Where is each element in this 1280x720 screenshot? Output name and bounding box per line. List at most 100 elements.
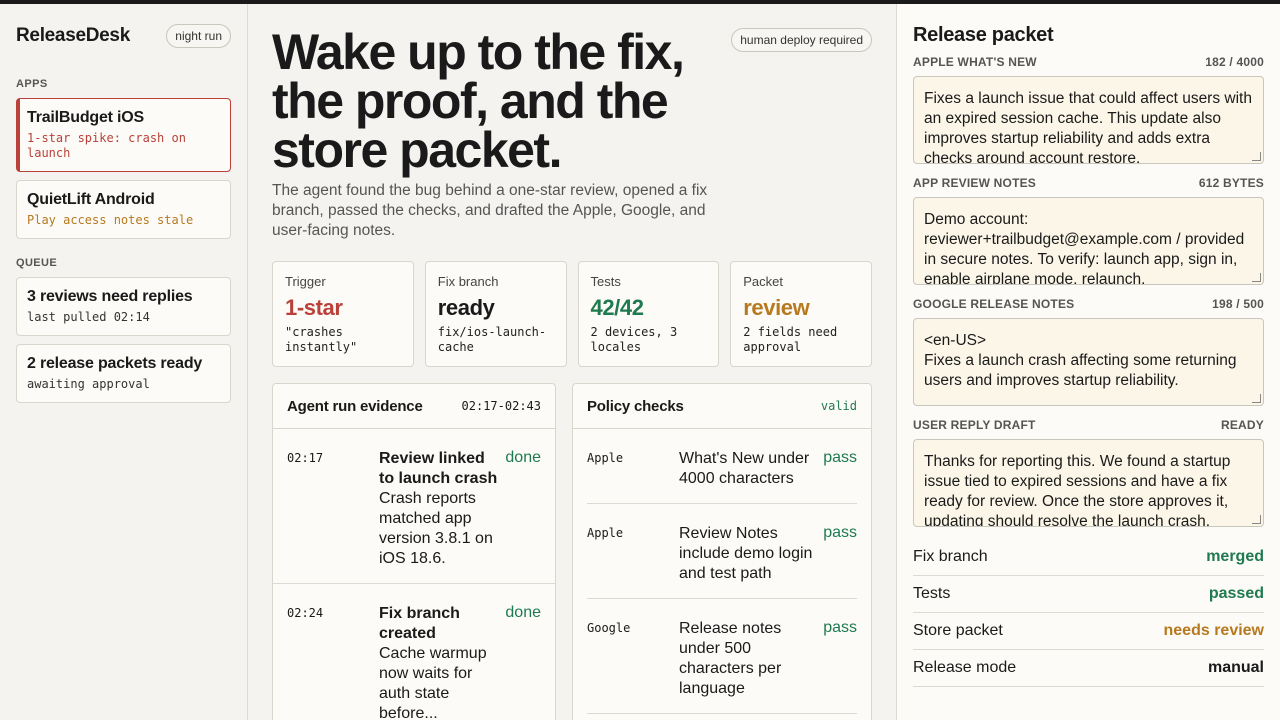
policy-store: Apple <box>587 451 624 465</box>
brand-row: ReleaseDesk night run <box>16 4 231 68</box>
stat-note: 2 fields need approval <box>743 325 838 354</box>
app-review-notes-textarea[interactable]: Demo account: reviewer+trailbudget@examp… <box>913 197 1264 285</box>
policy-panel: Policy checks valid Apple What's New und… <box>572 383 872 720</box>
field-header: APPLE WHAT'S NEW 182 / 4000 <box>913 55 1264 69</box>
field-label: APP REVIEW NOTES <box>913 176 1037 190</box>
policy-title: Policy checks <box>587 397 684 415</box>
main-content: Wake up to the fix, the proof, and the s… <box>248 4 896 720</box>
queue-item-note: awaiting approval <box>27 377 150 391</box>
hero-title: Wake up to the fix, the proof, and the s… <box>272 24 685 178</box>
app-name: QuietLift Android <box>27 191 155 208</box>
queue-item-note: last pulled 02:14 <box>27 310 150 324</box>
queue-item-reviews[interactable]: 3 reviews need replies last pulled 02:14 <box>16 277 231 336</box>
status-label: Fix branch <box>913 548 988 565</box>
queue-item-packets[interactable]: 2 release packets ready awaiting approva… <box>16 344 231 403</box>
field-meta: 198 / 500 <box>1212 297 1264 311</box>
evidence-row-title: Fix branch created <box>379 605 460 642</box>
evidence-time: 02:24 <box>287 606 324 620</box>
status-row-fix-branch: Fix branch merged <box>913 539 1264 576</box>
google-release-notes-textarea[interactable]: <en-US> Fixes a launch crash affecting s… <box>913 318 1264 406</box>
app-name: TrailBudget iOS <box>27 109 145 126</box>
policy-store: Google <box>587 621 631 635</box>
apple-whats-new-textarea[interactable]: Fixes a launch issue that could affect u… <box>913 76 1264 164</box>
evidence-title: Agent run evidence <box>287 397 423 415</box>
evidence-row[interactable]: 02:24 Fix branch created Cache warmup no… <box>273 584 555 720</box>
queue-section-label: QUEUE <box>16 257 58 269</box>
field-meta: READY <box>1220 418 1264 432</box>
resize-handle-icon[interactable] <box>1252 152 1261 161</box>
evidence-status: done <box>505 604 541 621</box>
stat-fix-branch[interactable]: Fix branch ready fix/ios-launch-cache <box>424 261 567 367</box>
policy-row-status: pass <box>823 619 857 636</box>
stat-label: Packet <box>743 274 783 289</box>
resize-handle-icon[interactable] <box>1252 515 1261 524</box>
stat-label: Fix branch <box>437 274 499 289</box>
evidence-time-range: 02:17-02:43 <box>461 399 541 413</box>
evidence-row-title: Review linked to launch crash <box>379 450 498 487</box>
apps-section-label: APPS <box>16 78 48 90</box>
field-meta: 612 BYTES <box>1198 176 1264 190</box>
status-row-tests: Tests passed <box>913 576 1264 613</box>
policy-row-status: pass <box>823 524 857 541</box>
policy-header: Policy checks valid <box>573 384 871 429</box>
app-alert: Play access notes stale <box>27 213 194 227</box>
stat-label: Trigger <box>285 274 326 289</box>
stat-label: Tests <box>590 274 621 289</box>
policy-row[interactable]: Google Release notes under 500 character… <box>587 599 857 714</box>
status-value: passed <box>1208 585 1264 602</box>
evidence-header: Agent run evidence 02:17-02:43 <box>273 384 555 429</box>
evidence-time: 02:17 <box>287 451 324 465</box>
queue-item-title: 3 reviews need replies <box>27 288 193 305</box>
stat-packet[interactable]: Packet review 2 fields need approval <box>730 261 872 367</box>
status-label: Release mode <box>913 659 1017 676</box>
status-value: merged <box>1206 548 1264 565</box>
field-meta: 182 / 4000 <box>1205 55 1264 69</box>
app-item-trailbudget[interactable]: TrailBudget iOS 1-star spike: crash on l… <box>16 98 231 172</box>
stat-trigger[interactable]: Trigger 1-star "crashes instantly" <box>272 261 414 367</box>
status-value: manual <box>1207 659 1264 676</box>
policy-row[interactable]: Apple Review Notes include demo login an… <box>587 504 857 599</box>
stat-value: review <box>743 295 810 320</box>
policy-text: Release notes under 500 characters per l… <box>679 620 782 697</box>
queue-item-title: 2 release packets ready <box>27 355 203 372</box>
status-label: Tests <box>913 585 951 602</box>
run-mode-badge[interactable]: night run <box>166 24 231 48</box>
release-packet-panel: Release packet APPLE WHAT'S NEW 182 / 40… <box>896 4 1280 720</box>
policy-text: What's New under 4000 characters <box>679 450 810 487</box>
deploy-badge: human deploy required <box>731 28 872 52</box>
field-header: USER REPLY DRAFT READY <box>913 418 1264 432</box>
stat-tests[interactable]: Tests 42/42 2 devices, 3 locales <box>577 261 720 367</box>
field-header: GOOGLE RELEASE NOTES 198 / 500 <box>913 297 1264 311</box>
hero-description: The agent found the bug behind a one-sta… <box>272 182 708 239</box>
resize-handle-icon[interactable] <box>1252 394 1261 403</box>
field-label: USER REPLY DRAFT <box>913 418 1036 432</box>
policy-row[interactable]: Apple What's New under 4000 characters p… <box>587 429 857 504</box>
stats-row: Trigger 1-star "crashes instantly" Fix b… <box>272 261 872 367</box>
field-value: Fixes a launch issue that could affect u… <box>924 90 1257 164</box>
stat-note: "crashes instantly" <box>285 325 358 354</box>
evidence-body: Fix branch created Cache warmup now wait… <box>379 604 497 720</box>
field-label: GOOGLE RELEASE NOTES <box>913 297 1075 311</box>
policy-store: Apple <box>587 526 624 540</box>
evidence-row-text: Cache warmup now waits for auth state be… <box>379 645 487 720</box>
status-row-release-mode: Release mode manual <box>913 650 1264 687</box>
evidence-status: done <box>505 449 541 466</box>
stat-note: fix/ios-launch-cache <box>437 325 547 354</box>
stat-value: 1-star <box>285 295 343 320</box>
app-logo: ReleaseDesk <box>16 25 130 46</box>
user-reply-draft-textarea[interactable]: Thanks for reporting this. We found a st… <box>913 439 1264 527</box>
app-item-quietlift[interactable]: QuietLift Android Play access notes stal… <box>16 180 231 239</box>
status-row-store-packet: Store packet needs review <box>913 613 1264 650</box>
field-header: APP REVIEW NOTES 612 BYTES <box>913 176 1264 190</box>
app-alert: 1-star spike: crash on launch <box>27 131 186 160</box>
policy-text: Review Notes include demo login and test… <box>679 525 813 582</box>
field-label: APPLE WHAT'S NEW <box>913 55 1037 69</box>
status-value: needs review <box>1163 622 1265 639</box>
evidence-body: Review linked to launch crash Crash repo… <box>379 449 497 569</box>
stat-note: 2 devices, 3 locales <box>590 325 678 354</box>
policy-status: valid <box>820 399 857 413</box>
evidence-row-text: Crash reports matched app version 3.8.1 … <box>379 490 493 567</box>
evidence-row[interactable]: 02:17 Review linked to launch crash Cras… <box>273 429 555 584</box>
status-label: Store packet <box>913 622 1003 639</box>
resize-handle-icon[interactable] <box>1252 273 1261 282</box>
